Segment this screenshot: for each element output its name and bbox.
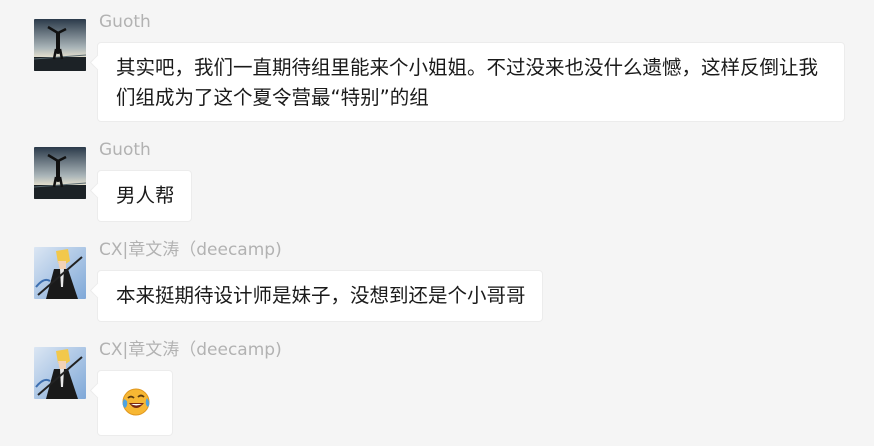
avatar[interactable] [34, 19, 86, 71]
laughing-crying-emoji [122, 388, 150, 416]
message-text: 男人帮 [116, 184, 175, 207]
message-text: 其实吧，我们一直期待组里能来个小姐姐。不过没来也没什么遗憾，这样反倒让我们组成为… [116, 56, 819, 109]
avatar[interactable] [34, 347, 86, 399]
sender-name: Guoth [99, 140, 151, 160]
anime-character-avatar-image [34, 347, 86, 399]
message-bubble[interactable] [97, 370, 173, 436]
handstand-sunset-avatar-image [34, 147, 86, 199]
anime-character-avatar-image [34, 247, 86, 299]
message-bubble[interactable]: 本来挺期待设计师是妹子，没想到还是个小哥哥 [97, 270, 543, 322]
handstand-sunset-avatar-image [34, 19, 86, 71]
sender-name: CX|章文涛（deecamp) [99, 240, 282, 260]
sender-name: Guoth [99, 12, 151, 32]
message-bubble[interactable]: 其实吧，我们一直期待组里能来个小姐姐。不过没来也没什么遗憾，这样反倒让我们组成为… [97, 42, 845, 122]
message-text: 本来挺期待设计师是妹子，没想到还是个小哥哥 [116, 284, 526, 307]
avatar[interactable] [34, 247, 86, 299]
avatar[interactable] [34, 147, 86, 199]
sender-name: CX|章文涛（deecamp) [99, 340, 282, 360]
message-bubble[interactable]: 男人帮 [97, 170, 192, 222]
